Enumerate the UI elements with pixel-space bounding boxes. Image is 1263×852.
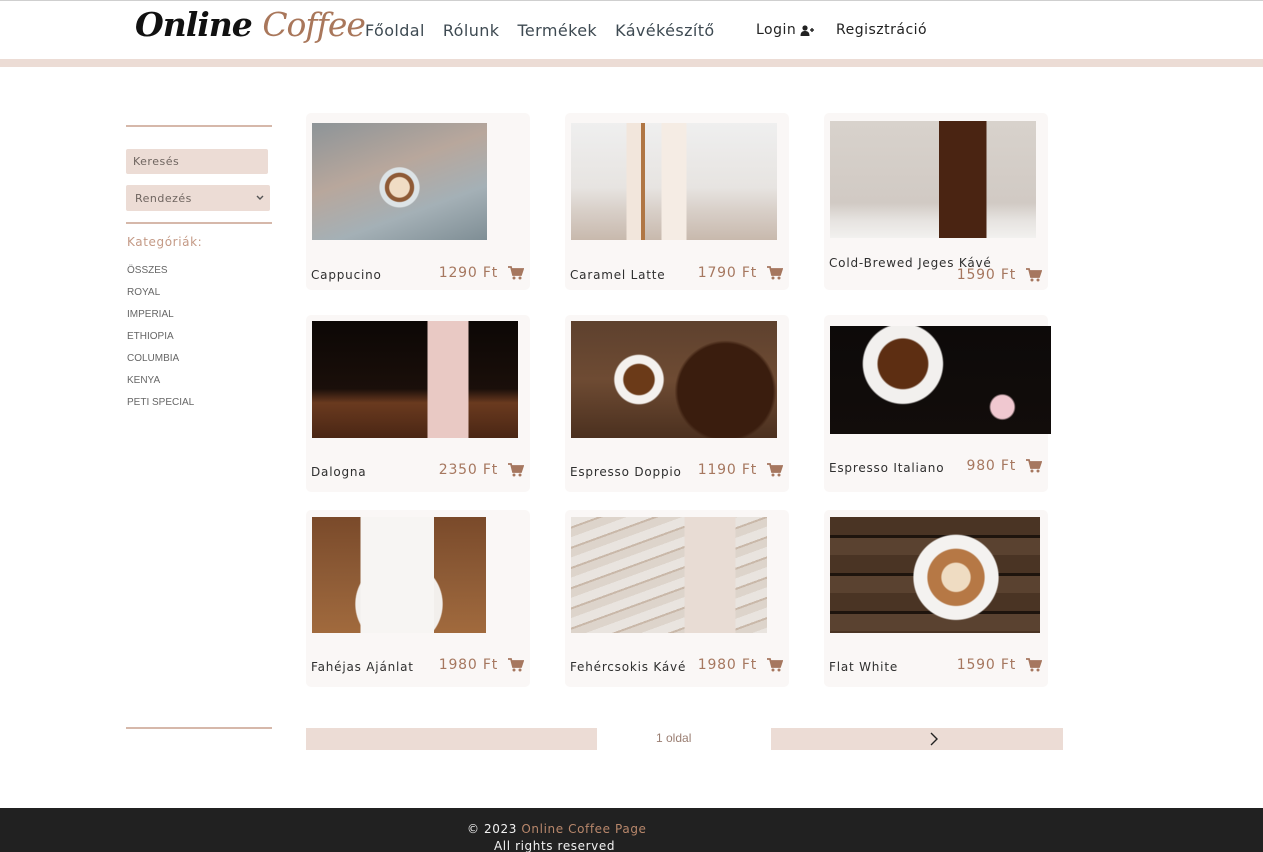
product-name: Espresso Italiano	[829, 461, 945, 475]
product-price: 1980 Ft	[697, 657, 757, 673]
product-price: 1980 Ft	[438, 657, 498, 673]
product-image[interactable]	[312, 321, 518, 438]
product-card[interactable]: Fahéjas Ajánlat 1980 Ft	[306, 510, 530, 687]
product-name: Flat White	[829, 660, 899, 674]
product-image[interactable]	[571, 517, 767, 633]
category-item-kenya[interactable]: KENYA	[127, 375, 194, 397]
product-card[interactable]: Dalogna 2350 Ft	[306, 315, 530, 492]
product-price: 1190 Ft	[697, 462, 757, 478]
sort-select-label: Rendezés	[135, 191, 192, 205]
product-name: Espresso Doppio	[570, 465, 682, 479]
category-item-royal[interactable]: ROYAL	[127, 287, 194, 309]
header-divider-strip	[0, 59, 1263, 67]
logo[interactable]: Online Coffee	[135, 5, 366, 44]
product-card[interactable]: Cold-Brewed Jeges Kávé 1590 Ft	[824, 113, 1048, 290]
category-item-all[interactable]: ÖSSZES	[127, 265, 194, 287]
product-name: Caramel Latte	[570, 268, 666, 282]
category-item-imperial[interactable]: IMPERIAL	[127, 309, 194, 331]
category-list: ÖSSZES ROYAL IMPERIAL ETHIOPIA COLUMBIA …	[127, 265, 194, 419]
product-image[interactable]	[830, 121, 1036, 238]
product-image[interactable]	[312, 517, 486, 633]
pagination-next-button[interactable]	[771, 728, 1063, 750]
cart-icon[interactable]	[767, 658, 783, 672]
pagination-label: 1 oldal	[656, 731, 692, 745]
category-item-peti-special[interactable]: PETI SPECIAL	[127, 397, 194, 419]
footer-rights: All rights reserved	[494, 839, 616, 852]
product-price: 1590 Ft	[956, 267, 1016, 283]
cart-icon[interactable]	[1026, 268, 1042, 282]
register-link[interactable]: Regisztráció	[836, 22, 927, 38]
product-image[interactable]	[830, 326, 1051, 434]
sort-select[interactable]: Rendezés	[126, 185, 270, 211]
main-nav: Főoldal Rólunk Termékek Kávékészítő	[365, 21, 715, 40]
product-name: Dalogna	[311, 465, 367, 479]
product-name: Fahéjas Ajánlat	[311, 660, 414, 674]
register-label: Regisztráció	[836, 22, 928, 38]
category-item-columbia[interactable]: COLUMBIA	[127, 353, 194, 375]
footer-brand-link[interactable]: Online Coffee Page	[521, 822, 646, 836]
cart-icon[interactable]	[508, 463, 524, 477]
cart-icon[interactable]	[508, 658, 524, 672]
product-name: Fehércsokis Kávé	[570, 660, 687, 674]
footer-copyright-line: © 2023 Online Coffee Page	[467, 822, 647, 836]
product-price: 1790 Ft	[697, 265, 757, 281]
cart-icon[interactable]	[767, 463, 783, 477]
footer-copyright: © 2023	[467, 822, 517, 836]
nav-item-products[interactable]: Termékek	[517, 21, 597, 40]
product-image[interactable]	[571, 321, 777, 438]
chevron-right-icon	[930, 732, 938, 746]
logo-text-coffee: Coffee	[262, 5, 366, 44]
search-input[interactable]	[126, 149, 268, 174]
cart-icon[interactable]	[1026, 658, 1042, 672]
product-price: 2350 Ft	[438, 462, 498, 478]
login-link[interactable]: Login	[756, 22, 815, 38]
product-image[interactable]	[830, 517, 1040, 633]
product-card[interactable]: Cappucino 1290 Ft	[306, 113, 530, 290]
product-price: 980 Ft	[966, 458, 1016, 474]
product-price: 1290 Ft	[438, 265, 498, 281]
cart-icon[interactable]	[767, 266, 783, 280]
product-price: 1590 Ft	[956, 657, 1016, 673]
product-card[interactable]: Espresso Italiano 980 Ft	[824, 315, 1051, 492]
category-item-ethiopia[interactable]: ETHIOPIA	[127, 331, 194, 353]
chevron-down-icon	[256, 195, 264, 200]
product-name: Cappucino	[311, 268, 382, 282]
sidebar-divider-bottom	[126, 727, 272, 729]
product-card[interactable]: Fehércsokis Kávé 1980 Ft	[565, 510, 789, 687]
site-footer: © 2023 Online Coffee Page All rights res…	[0, 808, 1263, 852]
site-header: Online Coffee Főoldal Rólunk Termékek Ká…	[0, 0, 1263, 60]
sidebar-divider-mid	[126, 222, 272, 224]
cart-icon[interactable]	[1026, 459, 1042, 473]
nav-item-about[interactable]: Rólunk	[443, 21, 500, 40]
product-image[interactable]	[312, 123, 487, 240]
cart-icon[interactable]	[508, 266, 524, 280]
sidebar-divider-top	[126, 125, 272, 127]
product-image[interactable]	[571, 123, 777, 240]
logo-text-online: Online	[135, 5, 253, 44]
product-card[interactable]: Espresso Doppio 1190 Ft	[565, 315, 789, 492]
nav-item-home[interactable]: Főoldal	[365, 21, 425, 40]
user-plus-icon	[800, 24, 815, 36]
nav-item-coffee-maker[interactable]: Kávékészítő	[615, 21, 715, 40]
product-card[interactable]: Flat White 1590 Ft	[824, 510, 1048, 687]
categories-title: Kategóriák:	[127, 235, 203, 249]
product-card[interactable]: Caramel Latte 1790 Ft	[565, 113, 789, 290]
login-label: Login	[756, 22, 797, 38]
pagination-prev-bar	[306, 728, 597, 750]
